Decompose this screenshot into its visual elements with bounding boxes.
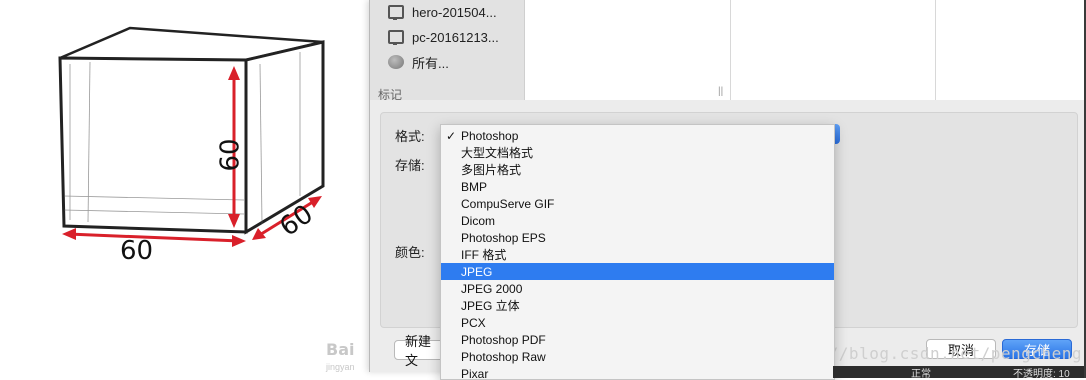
- baidu-watermark: Bai: [326, 340, 355, 359]
- baidu-watermark-sub: jingyan: [326, 362, 355, 372]
- monitor-icon: [388, 30, 404, 45]
- format-option[interactable]: PCX: [441, 314, 834, 331]
- format-option[interactable]: Photoshop Raw: [441, 348, 834, 365]
- sidebar-item-label: pc-20161213...: [412, 29, 499, 45]
- globe-icon: [388, 55, 404, 69]
- tags-heading: 标记: [378, 88, 403, 102]
- opacity-label: 不透明度: 10: [1013, 368, 1070, 380]
- format-option[interactable]: Photoshop PDF: [441, 331, 834, 348]
- column-divider[interactable]: [730, 0, 731, 100]
- height-dimension-label: 60: [215, 138, 246, 172]
- file-browser: hero-201504... pc-20161213... 所有... 标记 |…: [370, 0, 1085, 102]
- format-option[interactable]: JPEG 2000: [441, 280, 834, 297]
- format-option[interactable]: Photoshop EPS: [441, 229, 834, 246]
- width-dimension-label: 60: [120, 236, 154, 266]
- sidebar: hero-201504... pc-20161213... 所有... 标记: [370, 0, 525, 102]
- status-bar: 正常 不透明度: 10: [833, 366, 1084, 380]
- format-label: 格式:: [395, 129, 425, 144]
- sidebar-item-label: hero-201504...: [412, 4, 497, 20]
- cube-illustration: 60 60 60 Bai jingyan: [0, 0, 370, 378]
- sidebar-item-label: 所有...: [412, 55, 449, 71]
- column-resize-handle[interactable]: ||: [718, 86, 723, 97]
- format-dropdown-menu[interactable]: ✓ Photoshop 大型文档格式 多图片格式 BMP CompuServe …: [440, 124, 835, 380]
- format-option[interactable]: Dicom: [441, 212, 834, 229]
- sidebar-item-hero[interactable]: hero-201504...: [388, 2, 497, 22]
- format-option[interactable]: BMP: [441, 178, 834, 195]
- sidebar-item-pc[interactable]: pc-20161213...: [388, 27, 499, 47]
- format-option-highlighted[interactable]: JPEG: [441, 263, 834, 280]
- cube-drawing: [58, 26, 325, 247]
- format-option[interactable]: 大型文档格式: [441, 144, 834, 161]
- color-label: 颜色:: [395, 245, 425, 260]
- format-option[interactable]: JPEG 立体: [441, 297, 834, 314]
- format-option[interactable]: 多图片格式: [441, 161, 834, 178]
- blend-mode-label: 正常: [911, 368, 931, 380]
- monitor-icon: [388, 5, 404, 20]
- checkmark-icon: ✓: [445, 128, 457, 143]
- format-option[interactable]: ✓ Photoshop: [441, 127, 834, 144]
- sidebar-item-all[interactable]: 所有...: [388, 52, 449, 72]
- save-options-label: 存储:: [395, 158, 425, 173]
- column-divider[interactable]: [935, 0, 936, 100]
- format-option[interactable]: CompuServe GIF: [441, 195, 834, 212]
- format-option[interactable]: IFF 格式: [441, 246, 834, 263]
